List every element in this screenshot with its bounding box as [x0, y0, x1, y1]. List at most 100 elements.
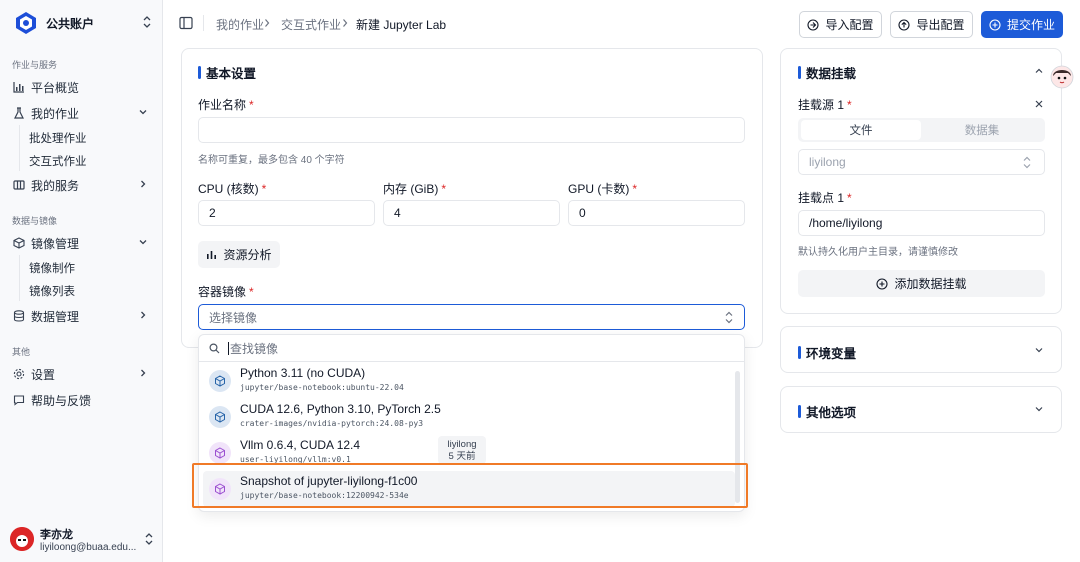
submit-label: 提交作业 — [1006, 18, 1055, 32]
image-tooltip: liyilong 5 天前 — [438, 436, 486, 464]
sidebar-item-label: 帮助与反馈 — [31, 393, 92, 408]
basic-settings-card — [181, 48, 763, 348]
title-accent — [798, 405, 801, 418]
sidebar-item-label: 数据管理 — [31, 309, 80, 324]
job-name-hint: 名称可重复，最多包含 40 个字符 — [198, 155, 345, 166]
mountpoint-label: 挂载点 1 * — [798, 191, 852, 205]
resource-analysis-button[interactable]: 资源分析 — [198, 241, 280, 268]
data-mount-title: 数据挂载 — [798, 63, 856, 82]
breadcrumb-interactive-jobs[interactable]: 交互式作业 — [281, 16, 341, 33]
section-title-data: 数据与镜像 — [12, 216, 58, 226]
mountpoint-input[interactable]: /home/liyilong — [798, 210, 1045, 236]
mount-source-label-text: 挂载源 1 — [798, 98, 845, 112]
sidebar-toggle-icon[interactable] — [179, 16, 193, 30]
chevron-down-icon — [139, 240, 147, 245]
sidebar-item-settings[interactable]: 设置 — [12, 363, 152, 385]
assistant-avatar-icon[interactable] — [1050, 64, 1074, 90]
image-label-text: 容器镜像 — [198, 285, 247, 299]
image-search-input[interactable]: 查找镜像 — [199, 335, 744, 362]
user-email: liyiloong@buaa.edu... — [40, 541, 137, 553]
other-options-title-text: 其他选项 — [806, 406, 857, 420]
chevron-down-icon[interactable] — [1034, 404, 1044, 414]
submit-job-button[interactable]: 提交作业 — [981, 11, 1063, 38]
env-vars-title: 环境变量 — [798, 343, 856, 362]
mount-source-select[interactable]: liyilong — [798, 149, 1045, 175]
job-name-input[interactable] — [198, 117, 745, 143]
image-select[interactable]: 选择镜像 — [198, 304, 745, 330]
breadcrumb-my-jobs[interactable]: 我的作业 — [216, 16, 264, 33]
close-icon[interactable] — [1034, 99, 1044, 109]
box-icon — [12, 237, 25, 250]
submenu-line — [19, 255, 20, 301]
gpu-label-text: GPU (卡数) — [568, 182, 630, 196]
gpu-input[interactable]: 0 — [568, 200, 745, 226]
sidebar-item-image-build[interactable]: 镜像制作 — [29, 260, 75, 276]
services-icon — [12, 179, 25, 192]
gpu-label: GPU (卡数) * — [568, 182, 638, 196]
cpu-label-text: CPU (核数) — [198, 182, 259, 196]
image-option[interactable]: Python 3.11 (no CUDA) jupyter/base-noteb… — [203, 363, 735, 399]
section-title-other: 其他 — [12, 347, 31, 357]
sidebar-item-image-mgmt[interactable]: 镜像管理 — [12, 232, 152, 254]
chevron-updown-icon — [145, 533, 153, 545]
sidebar-item-interactive-jobs[interactable]: 交互式作业 — [29, 153, 87, 169]
breadcrumb-current: 新建 Jupyter Lab — [356, 18, 447, 32]
sidebar-item-overview[interactable]: 平台概览 — [12, 76, 152, 98]
chevron-right-icon — [141, 180, 146, 188]
plus-circle-icon — [807, 18, 820, 31]
sidebar-item-data-mgmt[interactable]: 数据管理 — [12, 305, 152, 327]
image-option-name: Vllm 0.6.4, CUDA 12.4 — [240, 438, 361, 452]
user-menu[interactable]: 李亦龙 liyiloong@buaa.edu... — [10, 524, 156, 554]
image-option[interactable]: CUDA 12.6, Python 3.10, PyTorch 2.5 crat… — [203, 399, 735, 435]
env-vars-title-text: 环境变量 — [806, 347, 857, 361]
divider — [203, 15, 204, 31]
plus-circle-icon — [989, 18, 1001, 31]
chevron-down-icon — [139, 110, 147, 115]
import-config-button[interactable]: 导入配置 — [799, 11, 882, 38]
sidebar-item-batch-jobs[interactable]: 批处理作业 — [29, 130, 87, 146]
sidebar-item-my-jobs[interactable]: 我的作业 — [12, 102, 152, 124]
chevron-right-icon — [141, 369, 146, 377]
image-option-name: CUDA 12.6, Python 3.10, PyTorch 2.5 — [240, 402, 441, 416]
sidebar-item-label: 平台概览 — [31, 80, 80, 95]
other-options-title: 其他选项 — [798, 402, 856, 421]
sidebar-item-my-services[interactable]: 我的服务 — [12, 174, 152, 196]
data-mount-title-text: 数据挂载 — [806, 67, 857, 81]
memory-input[interactable]: 4 — [383, 200, 560, 226]
mountpoint-hint: 默认持久化用户主目录，请谨慎修改 — [798, 247, 958, 258]
chevron-right-icon — [343, 19, 348, 27]
title-accent — [798, 66, 801, 79]
sidebar-item-image-list[interactable]: 镜像列表 — [29, 283, 75, 299]
mount-source-value: liyilong — [809, 155, 846, 169]
add-mount-label: 添加数据挂载 — [894, 277, 967, 291]
export-label: 导出配置 — [916, 18, 965, 32]
highlight-box — [192, 463, 748, 508]
text-cursor — [228, 341, 229, 355]
image-label: 容器镜像 * — [198, 285, 254, 299]
chevron-updown-icon — [725, 311, 733, 324]
cpu-input[interactable]: 2 — [198, 200, 375, 226]
import-label: 导入配置 — [825, 18, 874, 32]
chevron-up-icon[interactable] — [1034, 66, 1044, 76]
export-config-button[interactable]: 导出配置 — [890, 11, 973, 38]
sidebar-item-label: 我的作业 — [31, 106, 80, 121]
image-select-placeholder: 选择镜像 — [209, 310, 258, 325]
account-switcher[interactable]: 公共账户 — [8, 8, 158, 38]
basic-settings-title-text: 基本设置 — [206, 67, 257, 81]
title-accent — [798, 346, 801, 359]
cube-icon — [209, 406, 231, 428]
sidebar-item-label: 镜像管理 — [31, 236, 80, 251]
resource-analysis-label: 资源分析 — [223, 248, 272, 262]
mount-source-tabs: 文件 数据集 — [798, 118, 1045, 142]
add-mount-button[interactable]: 添加数据挂载 — [798, 270, 1045, 297]
sidebar: 公共账户 作业与服务 平台概览 我的作业 批处理作业 交互式作业 我的服务 数据… — [0, 0, 163, 562]
search-icon — [209, 342, 220, 353]
title-accent — [198, 66, 201, 79]
tab-file[interactable]: 文件 — [801, 120, 921, 140]
image-option-path: crater-images/nvidia-pytorch:24.08-py3 — [240, 419, 424, 428]
image-option-name: Python 3.11 (no CUDA) — [240, 366, 366, 380]
sidebar-item-help[interactable]: 帮助与反馈 — [12, 389, 152, 411]
image-option-path: jupyter/base-notebook:ubuntu-22.04 — [240, 383, 404, 392]
chevron-down-icon[interactable] — [1034, 345, 1044, 355]
tab-dataset[interactable]: 数据集 — [922, 120, 1042, 140]
